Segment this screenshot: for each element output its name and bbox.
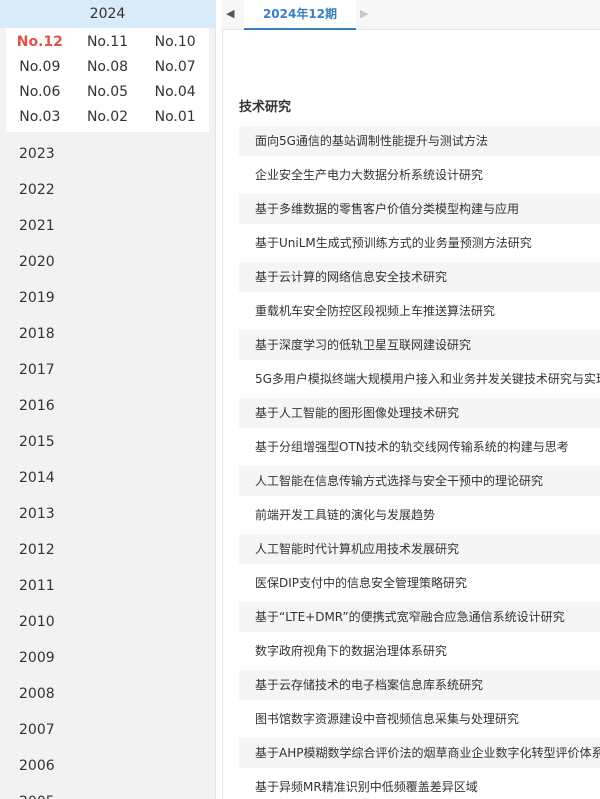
tab-current-issue[interactable]: 2024年12期 (244, 0, 356, 30)
article-link[interactable]: 基于AHP模糊数学综合评价法的烟草商业企业数字化转型评价体系 (239, 738, 600, 772)
issue-link[interactable]: No.03 (6, 105, 74, 130)
year-item[interactable]: 2022 (0, 172, 215, 208)
year-item[interactable]: 2008 (0, 676, 215, 712)
year-item[interactable]: 2021 (0, 208, 215, 244)
article-panel: 技术研究 面向5G通信的基站调制性能提升与测试方法 企业安全生产电力大数据分析系统… (222, 30, 600, 799)
year-item[interactable]: 2009 (0, 640, 215, 676)
article-link[interactable]: 基于云计算的网络信息安全技术研究 (239, 262, 600, 296)
year-item[interactable]: 2006 (0, 748, 215, 784)
year-item[interactable]: 2019 (0, 280, 215, 316)
year-item[interactable]: 2017 (0, 352, 215, 388)
year-item[interactable]: 2023 (0, 136, 215, 172)
issue-link[interactable]: No.11 (74, 30, 142, 55)
article-link[interactable]: 数字政府视角下的数据治理体系研究 (239, 636, 600, 670)
issue-link[interactable]: No.08 (74, 55, 142, 80)
triangle-left-icon[interactable]: ◀ (226, 7, 234, 20)
section-title: 技术研究 (239, 100, 292, 115)
year-item[interactable]: 2014 (0, 460, 215, 496)
year-item[interactable]: 2016 (0, 388, 215, 424)
article-link[interactable]: 基于“LTE+DMR”的便携式宽窄融合应急通信系统设计研究 (239, 602, 600, 636)
issue-grid: No.12 No.11 No.10 No.09 No.08 No.07 No.06 No.05… (6, 28, 209, 132)
year-item[interactable]: 2005 (0, 784, 215, 799)
issue-link[interactable]: No.06 (6, 80, 74, 105)
issue-link[interactable]: No.07 (141, 55, 209, 80)
year-item[interactable]: 2007 (0, 712, 215, 748)
issue-link[interactable]: No.01 (141, 105, 209, 130)
year-item[interactable]: 2012 (0, 532, 215, 568)
article-link[interactable]: 重载机车安全防控区段视频上车推送算法研究 (239, 296, 600, 330)
article-link[interactable]: 人工智能在信息传输方式选择与安全干预中的理论研究 (239, 466, 600, 500)
article-link[interactable]: 图书馆数字资源建设中音视频信息采集与处理研究 (239, 704, 600, 738)
year-item[interactable]: 2020 (0, 244, 215, 280)
article-link[interactable]: 5G多用户模拟终端大规模用户接入和业务并发关键技术研究与实现 (239, 364, 600, 398)
year-item[interactable]: 2015 (0, 424, 215, 460)
article-link[interactable]: 基于人工智能的图形图像处理技术研究 (239, 398, 600, 432)
triangle-right-icon[interactable]: ▶ (360, 7, 368, 20)
article-link[interactable]: 医保DIP支付中的信息安全管理策略研究 (239, 568, 600, 602)
article-link[interactable]: 基于分组增强型OTN技术的轨交线网传输系统的构建与思考 (239, 432, 600, 466)
issue-link[interactable]: No.12 (6, 30, 74, 55)
issue-link[interactable]: No.05 (74, 80, 142, 105)
article-list: 面向5G通信的基站调制性能提升与测试方法 企业安全生产电力大数据分析系统设计研究基… (239, 126, 600, 799)
year-list: 2023 2022 2021 2020 2019 2018 2017 2016 2015 2014… (0, 132, 215, 799)
article-link[interactable]: 基于UniLM生成式预训练方式的业务量预测方法研究 (239, 228, 600, 262)
current-year[interactable]: 2024 (0, 0, 215, 28)
issue-link[interactable]: No.10 (141, 30, 209, 55)
article-link[interactable]: 面向5G通信的基站调制性能提升与测试方法 (239, 126, 600, 160)
year-item[interactable]: 2018 (0, 316, 215, 352)
issue-link[interactable]: No.02 (74, 105, 142, 130)
issue-link[interactable]: No.09 (6, 55, 74, 80)
year-item[interactable]: 2013 (0, 496, 215, 532)
year-item[interactable]: 2011 (0, 568, 215, 604)
article-link[interactable]: 企业安全生产电力大数据分析系统设计研究 (239, 160, 600, 194)
article-link[interactable]: 人工智能时代计算机应用技术发展研究 (239, 534, 600, 568)
issue-link[interactable]: No.04 (141, 80, 209, 105)
issue-tabbar: ◀ 2024年12期 ▶ (222, 0, 600, 30)
article-link[interactable]: 基于深度学习的低轨卫星互联网建设研究 (239, 330, 600, 364)
year-sidebar: 2024 No.12 No.11 No.10 No.09 No.08 No.07 No.06… (0, 0, 216, 799)
article-link[interactable]: 基于异频MR精准识别中低频覆盖差异区域 (239, 772, 600, 799)
year-item[interactable]: 2010 (0, 604, 215, 640)
article-link[interactable]: 基于多维数据的零售客户价值分类模型构建与应用 (239, 194, 600, 228)
article-link[interactable]: 前端开发工具链的演化与发展趋势 (239, 500, 600, 534)
article-link[interactable]: 基于云存储技术的电子档案信息库系统研究 (239, 670, 600, 704)
